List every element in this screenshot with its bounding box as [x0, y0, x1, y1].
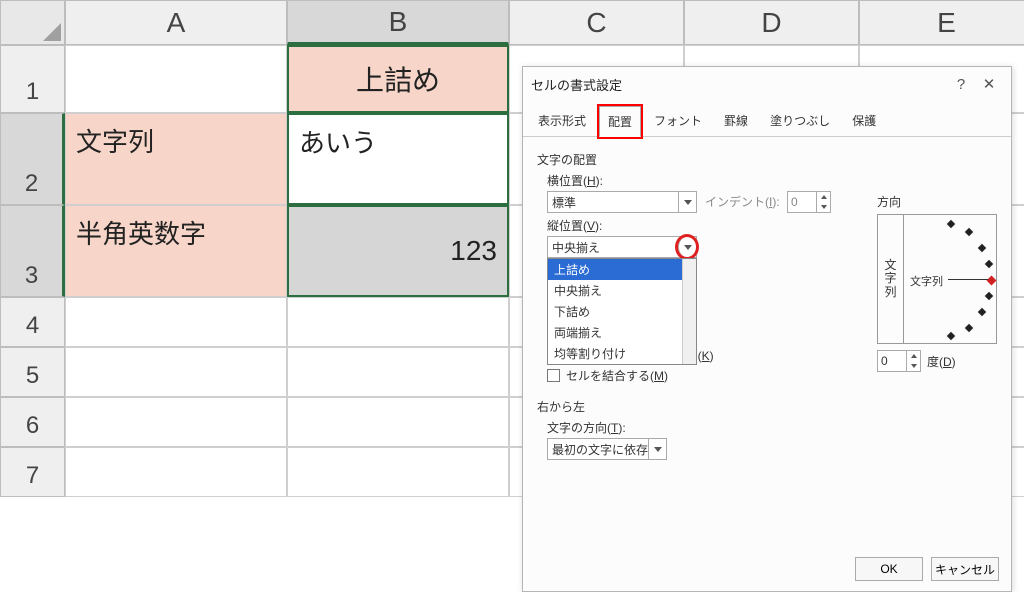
cell-b6[interactable]	[287, 397, 509, 447]
spin-down-icon[interactable]	[907, 361, 920, 371]
ok-button[interactable]: OK	[855, 557, 923, 581]
chevron-down-icon[interactable]	[648, 439, 666, 459]
cell-b3[interactable]: 123	[287, 205, 509, 297]
cell-a5[interactable]	[65, 347, 287, 397]
orientation-box[interactable]: 文 字 列 文字列	[877, 214, 997, 344]
vertical-text-button[interactable]: 文 字 列	[878, 215, 904, 343]
option-bottom[interactable]: 下詰め	[548, 301, 696, 322]
cell-a1[interactable]	[65, 45, 287, 113]
tab-border[interactable]: 罫線	[715, 105, 757, 136]
chevron-down-icon[interactable]	[678, 237, 696, 257]
tab-alignment[interactable]: 配置	[599, 106, 641, 137]
orientation-dial-label: 文字列	[910, 273, 943, 289]
select-all-corner[interactable]	[0, 0, 65, 45]
cancel-button[interactable]: キャンセル	[931, 557, 999, 581]
checkbox-icon[interactable]	[547, 369, 560, 382]
cell-b1[interactable]: 上詰め	[287, 45, 509, 113]
vertical-align-dropdown[interactable]: 上詰め 中央揃え 下詰め 両端揃え 均等割り付け	[547, 258, 697, 365]
indent-spinner[interactable]: 0	[787, 191, 831, 213]
orientation-degree-spinner[interactable]: 0	[877, 350, 921, 372]
dialog-tabs: 表示形式 配置 フォント 罫線 塗りつぶし 保護	[523, 101, 1011, 137]
option-top[interactable]: 上詰め	[548, 259, 696, 280]
row-header-7[interactable]: 7	[0, 447, 65, 497]
option-middle[interactable]: 中央揃え	[548, 280, 696, 301]
text-direction-label: 文字の方向(T):	[547, 419, 997, 436]
dropdown-scrollbar[interactable]	[682, 259, 696, 364]
cell-a4[interactable]	[65, 297, 287, 347]
cell-a6[interactable]	[65, 397, 287, 447]
cell-b4[interactable]	[287, 297, 509, 347]
col-header-a[interactable]: A	[65, 0, 287, 45]
col-header-c[interactable]: C	[509, 0, 684, 45]
cell-b2[interactable]: あいう	[287, 113, 509, 205]
spin-down-icon[interactable]	[817, 202, 830, 212]
row-header-5[interactable]: 5	[0, 347, 65, 397]
vertical-align-combo[interactable]: 中央揃え	[547, 236, 697, 258]
dialog-titlebar[interactable]: セルの書式設定 ? ✕	[523, 67, 1011, 101]
tab-number[interactable]: 表示形式	[529, 105, 595, 136]
orientation-dial[interactable]: 文字列	[904, 215, 996, 343]
col-header-b[interactable]: B	[287, 0, 509, 45]
cell-b5[interactable]	[287, 347, 509, 397]
chevron-down-icon[interactable]	[678, 192, 696, 212]
indent-label: インデント(I):	[705, 195, 780, 209]
orientation-group: 方向	[877, 193, 997, 210]
close-icon[interactable]: ✕	[975, 75, 1003, 93]
tab-protection[interactable]: 保護	[843, 105, 885, 136]
dialog-title: セルの書式設定	[531, 75, 622, 94]
tab-font[interactable]: フォント	[645, 105, 711, 136]
row-header-3[interactable]: 3	[0, 205, 65, 297]
orientation-panel: 方向 文 字 列 文字列	[877, 189, 997, 372]
spin-up-icon[interactable]	[907, 351, 920, 361]
help-icon[interactable]: ?	[947, 76, 975, 93]
horizontal-label: 横位置(H):	[547, 172, 997, 189]
cell-a7[interactable]	[65, 447, 287, 497]
format-cells-dialog: セルの書式設定 ? ✕ 表示形式 配置 フォント 罫線 塗りつぶし 保護 文字の…	[522, 66, 1012, 592]
rtl-group: 右から左	[537, 398, 997, 415]
col-header-e[interactable]: E	[859, 0, 1024, 45]
cell-b7[interactable]	[287, 447, 509, 497]
horizontal-align-combo[interactable]: 標準	[547, 191, 697, 213]
option-distributed[interactable]: 均等割り付け	[548, 343, 696, 364]
row-header-6[interactable]: 6	[0, 397, 65, 447]
tab-fill[interactable]: 塗りつぶし	[761, 105, 839, 136]
orientation-handle[interactable]	[987, 276, 997, 286]
cell-a2[interactable]: 文字列	[65, 113, 287, 205]
text-alignment-group: 文字の配置	[537, 151, 997, 168]
col-header-d[interactable]: D	[684, 0, 859, 45]
cell-a3[interactable]: 半角英数字	[65, 205, 287, 297]
degree-label: 度(D)	[927, 353, 956, 370]
row-header-1[interactable]: 1	[0, 45, 65, 113]
row-header-2[interactable]: 2	[0, 113, 65, 205]
text-direction-combo[interactable]: 最初の文字に依存	[547, 438, 667, 460]
spin-up-icon[interactable]	[817, 192, 830, 202]
option-justify[interactable]: 両端揃え	[548, 322, 696, 343]
row-header-4[interactable]: 4	[0, 297, 65, 347]
